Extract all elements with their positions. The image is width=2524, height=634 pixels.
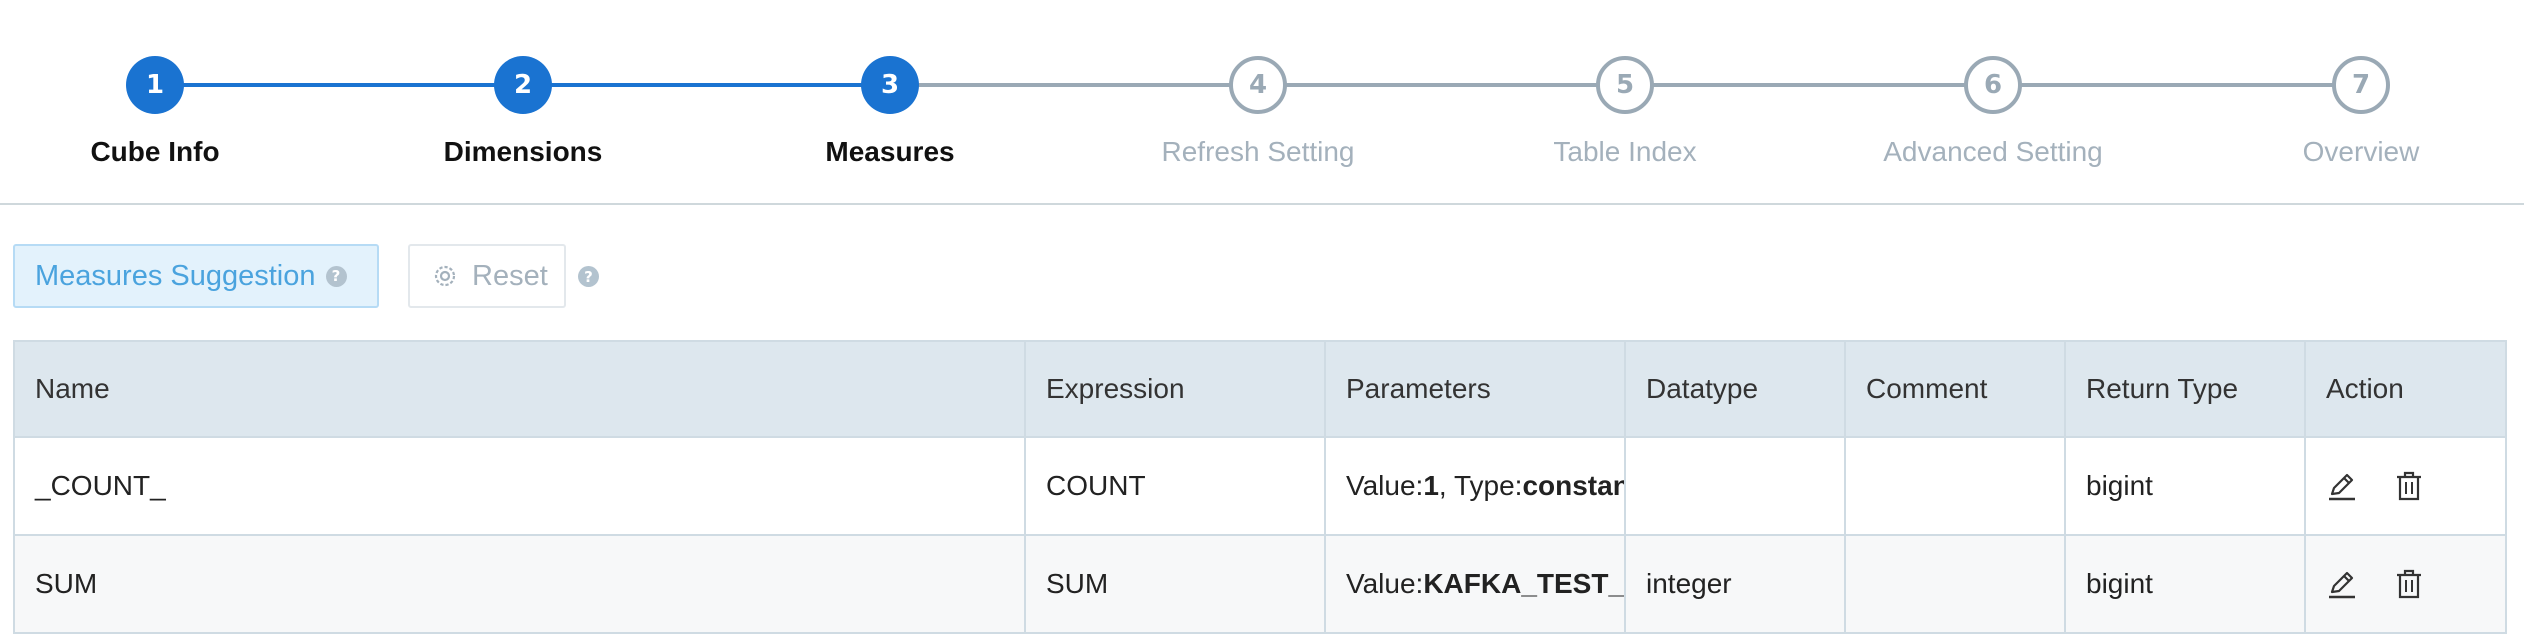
reset-gear-icon (434, 265, 456, 287)
column-header-name[interactable]: Name (13, 340, 1026, 438)
cube-wizard-steps: 1 Cube Info 2 Dimensions 3 Measures 4 Re… (0, 0, 2524, 205)
table-header-row: Name Expression Parameters Datatype Comm… (13, 340, 2507, 438)
param-type-label: , Type: (1438, 470, 1523, 501)
cell-return-type: bigint (2064, 534, 2306, 634)
edit-icon[interactable] (2326, 568, 2358, 600)
reset-label: Reset (472, 259, 548, 292)
column-header-parameters[interactable]: Parameters (1324, 340, 1626, 438)
step-number: 3 (861, 56, 919, 114)
cell-datatype (1624, 436, 1846, 536)
step-measures[interactable]: 3 Measures (740, 56, 1040, 168)
step-table-index[interactable]: 5 Table Index (1475, 56, 1775, 168)
step-dimensions[interactable]: 2 Dimensions (373, 56, 673, 168)
measures-suggestion-label: Measures Suggestion (35, 259, 316, 292)
reset-help-icon[interactable]: ? (578, 266, 599, 287)
delete-icon[interactable] (2394, 568, 2424, 600)
param-type: constant (1522, 470, 1623, 501)
cell-parameters: Value:1, Type:constant (1324, 436, 1626, 536)
cell-comment (1844, 534, 2066, 634)
cell-action (2304, 436, 2507, 536)
param-value: 1 (1423, 470, 1439, 501)
step-label: Table Index (1553, 136, 1697, 167)
step-label: Refresh Setting (1161, 136, 1355, 167)
cell-parameters: Value:KAFKA_TEST_1 (1324, 534, 1626, 634)
reset-button[interactable]: Reset (408, 244, 566, 308)
column-header-comment[interactable]: Comment (1844, 340, 2066, 438)
measures-table: Name Expression Parameters Datatype Comm… (13, 340, 2507, 634)
step-cube-info[interactable]: 1 Cube Info (5, 56, 305, 168)
step-number: 5 (1596, 56, 1654, 114)
cell-expression: COUNT (1024, 436, 1326, 536)
step-label: Overview (2302, 136, 2420, 167)
cell-comment (1844, 436, 2066, 536)
column-header-return-type[interactable]: Return Type (2064, 340, 2306, 438)
param-value-label: Value: (1346, 470, 1424, 501)
cell-name: SUM (13, 534, 1026, 634)
table-row: _COUNT_ COUNT Value:1, Type:constant big… (13, 436, 2507, 536)
step-number: 1 (126, 56, 184, 114)
param-value-label: Value: (1346, 568, 1424, 599)
edit-icon[interactable] (2326, 470, 2358, 502)
delete-icon[interactable] (2394, 470, 2424, 502)
step-number: 4 (1229, 56, 1287, 114)
column-header-action: Action (2304, 340, 2507, 438)
cell-expression: SUM (1024, 534, 1326, 634)
column-header-expression[interactable]: Expression (1024, 340, 1326, 438)
step-number: 2 (494, 56, 552, 114)
step-overview[interactable]: 7 Overview (2211, 56, 2511, 168)
param-value: KAFKA_TEST_1 (1423, 568, 1625, 599)
table-row: SUM SUM Value:KAFKA_TEST_1 integer bigin… (13, 534, 2507, 634)
step-label: Dimensions (443, 136, 603, 167)
step-label: Advanced Setting (1883, 136, 2103, 167)
step-number: 7 (2332, 56, 2390, 114)
step-label: Measures (825, 136, 955, 167)
step-refresh-setting[interactable]: 4 Refresh Setting (1108, 56, 1408, 168)
column-header-datatype[interactable]: Datatype (1624, 340, 1846, 438)
measures-suggestion-button[interactable]: Measures Suggestion ? (13, 244, 379, 308)
help-icon[interactable]: ? (325, 265, 347, 287)
cell-name: _COUNT_ (13, 436, 1026, 536)
step-advanced-setting[interactable]: 6 Advanced Setting (1843, 56, 2143, 168)
cell-datatype: integer (1624, 534, 1846, 634)
step-number: 6 (1964, 56, 2022, 114)
step-label: Cube Info (90, 136, 220, 167)
cell-action (2304, 534, 2507, 634)
cell-return-type: bigint (2064, 436, 2306, 536)
